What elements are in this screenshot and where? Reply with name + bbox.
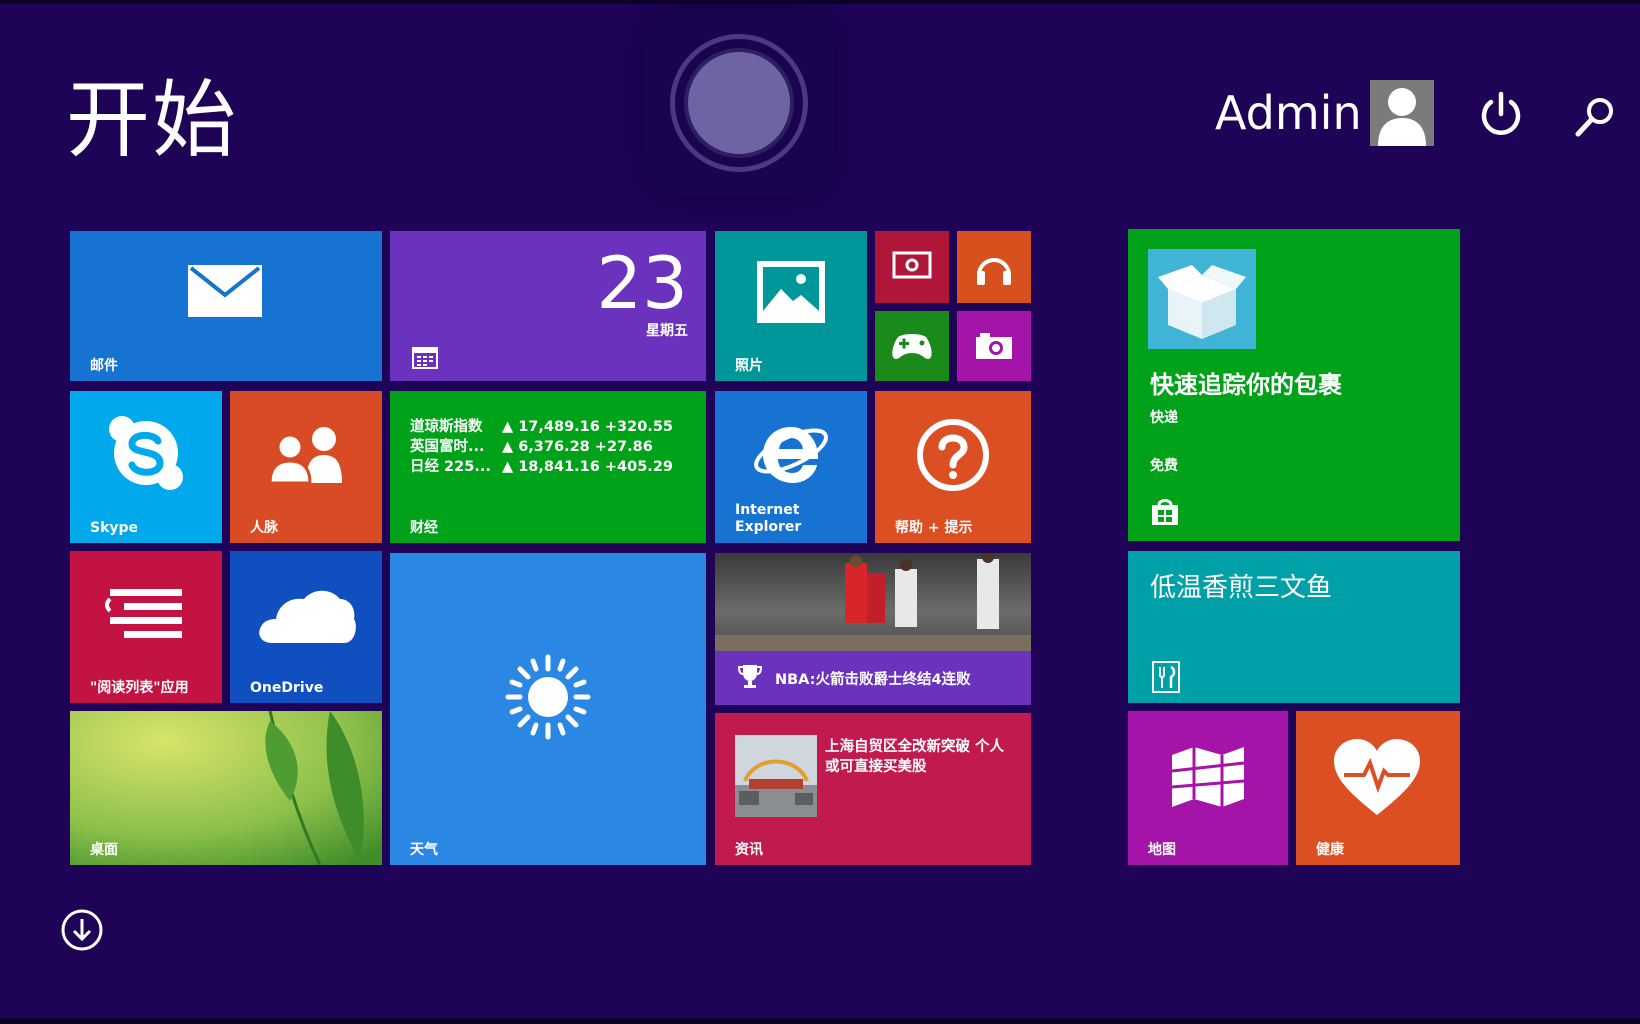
tile-label: OneDrive: [250, 679, 324, 696]
trophy-icon: [737, 665, 763, 688]
tile-maps[interactable]: 地图: [1128, 711, 1288, 865]
camera-icon: [976, 333, 1012, 359]
tile-label: Skype: [90, 519, 139, 536]
ie-label-line1: Internet: [735, 502, 800, 518]
tile-label: 照片: [735, 357, 763, 374]
headphones-icon: [977, 258, 1011, 285]
cortana-button[interactable]: [644, 8, 834, 196]
tile-label: 资讯: [735, 841, 763, 858]
people-icon: [268, 427, 342, 483]
news-thumbnail: [735, 735, 817, 817]
tile-skype[interactable]: Skype: [70, 391, 222, 543]
onedrive-icon: [259, 590, 356, 643]
page-title: 开始: [66, 71, 239, 169]
reading-list-icon: [105, 589, 182, 638]
utensils-icon: [1152, 661, 1180, 693]
store-icon: [1152, 499, 1178, 525]
help-icon: [917, 419, 989, 491]
tile-finance[interactable]: 道琼斯指数 ▲ 17,489.16 +320.55 英国富时... ▲ 6,37…: [390, 391, 706, 543]
finance-row: 英国富时... ▲ 6,376.28 +27.86: [410, 437, 673, 457]
calendar-icon: [412, 347, 438, 369]
news-headline: 上海自贸区全改新突破 个人或可直接买美股: [825, 739, 1005, 775]
tile-internet-explorer[interactable]: Internet Explorer: [715, 391, 867, 543]
store-app-name: 快递: [1150, 410, 1178, 426]
tile-calendar[interactable]: 23 星期五: [390, 231, 706, 381]
tile-mail[interactable]: 邮件: [70, 231, 382, 381]
tile-health[interactable]: 健康: [1296, 711, 1460, 865]
skype-icon: [109, 416, 183, 490]
tile-label: 天气: [410, 841, 438, 858]
store-price: 免费: [1150, 458, 1178, 474]
tile-weather[interactable]: 天气: [390, 553, 706, 865]
cortana-icon: [684, 48, 794, 158]
tile-music[interactable]: [957, 231, 1031, 303]
tile-food-drink[interactable]: 低温香煎三文鱼: [1128, 551, 1460, 703]
tile-camera[interactable]: [957, 311, 1031, 381]
video-icon: [892, 251, 932, 279]
finance-row: 日经 225... ▲ 18,841.16 +405.29: [410, 457, 673, 477]
app-box-icon: [1148, 249, 1256, 349]
calendar-day: 23: [596, 241, 688, 325]
bottom-edge: [0, 1018, 1640, 1024]
index-value: ▲ 18,841.16 +405.29: [502, 459, 673, 475]
tile-people[interactable]: 人脉: [230, 391, 382, 543]
search-icon[interactable]: [1572, 94, 1618, 140]
tile-help-tips[interactable]: 帮助 + 提示: [875, 391, 1031, 543]
all-apps-arrow-icon[interactable]: [60, 908, 104, 952]
ie-label-line2: Explorer: [735, 519, 802, 535]
tile-label: 桌面: [90, 841, 118, 858]
map-icon: [1171, 747, 1245, 807]
tile-label: 地图: [1148, 841, 1176, 858]
index-value: ▲ 17,489.16 +320.55: [502, 419, 673, 435]
store-headline: 快速追踪你的包裹: [1150, 371, 1342, 399]
tile-label: 财经: [410, 519, 438, 536]
user-name: Admin: [1215, 86, 1362, 140]
power-icon[interactable]: [1478, 90, 1524, 138]
mail-icon: [188, 265, 262, 317]
tile-store[interactable]: 快速追踪你的包裹 快递 免费: [1128, 229, 1460, 541]
sports-headline: NBA:火箭击败爵士终结4连败: [775, 672, 971, 688]
user-account[interactable]: Admin: [1215, 80, 1434, 146]
tile-label: 健康: [1316, 841, 1344, 858]
avatar: [1369, 80, 1434, 146]
tile-video[interactable]: [875, 231, 949, 303]
index-value: ▲ 6,376.28 +27.86: [502, 439, 653, 455]
photos-icon: [757, 261, 825, 323]
tile-reading-list[interactable]: "阅读列表"应用: [70, 551, 222, 703]
tile-desktop[interactable]: 桌面: [70, 711, 382, 865]
calendar-weekday: 星期五: [646, 323, 688, 339]
tile-label: Internet Explorer: [735, 502, 801, 536]
heart-icon: [1334, 739, 1420, 815]
finance-row: 道琼斯指数 ▲ 17,489.16 +320.55: [410, 417, 673, 437]
tile-label: "阅读列表"应用: [90, 679, 189, 696]
gamepad-icon: [892, 334, 932, 359]
sun-icon: [505, 654, 591, 740]
sports-photo: [715, 553, 1031, 651]
top-edge: [0, 0, 1640, 4]
tile-onedrive[interactable]: OneDrive: [230, 551, 382, 703]
finance-list: 道琼斯指数 ▲ 17,489.16 +320.55 英国富时... ▲ 6,37…: [410, 417, 673, 477]
tile-photos[interactable]: 照片: [715, 231, 867, 381]
tile-sports[interactable]: NBA:火箭击败爵士终结4连败: [715, 553, 1031, 705]
tile-label: 帮助 + 提示: [895, 519, 973, 536]
index-name: 道琼斯指数: [410, 419, 483, 435]
index-name: 英国富时...: [410, 439, 485, 455]
internet-explorer-icon: [754, 427, 828, 483]
tile-label: 邮件: [90, 357, 118, 374]
tile-games[interactable]: [875, 311, 949, 381]
index-name: 日经 225...: [410, 459, 491, 475]
tile-label: 人脉: [250, 519, 278, 536]
food-headline: 低温香煎三文鱼: [1150, 573, 1333, 603]
tile-news[interactable]: 上海自贸区全改新突破 个人或可直接买美股 资讯: [715, 713, 1031, 865]
